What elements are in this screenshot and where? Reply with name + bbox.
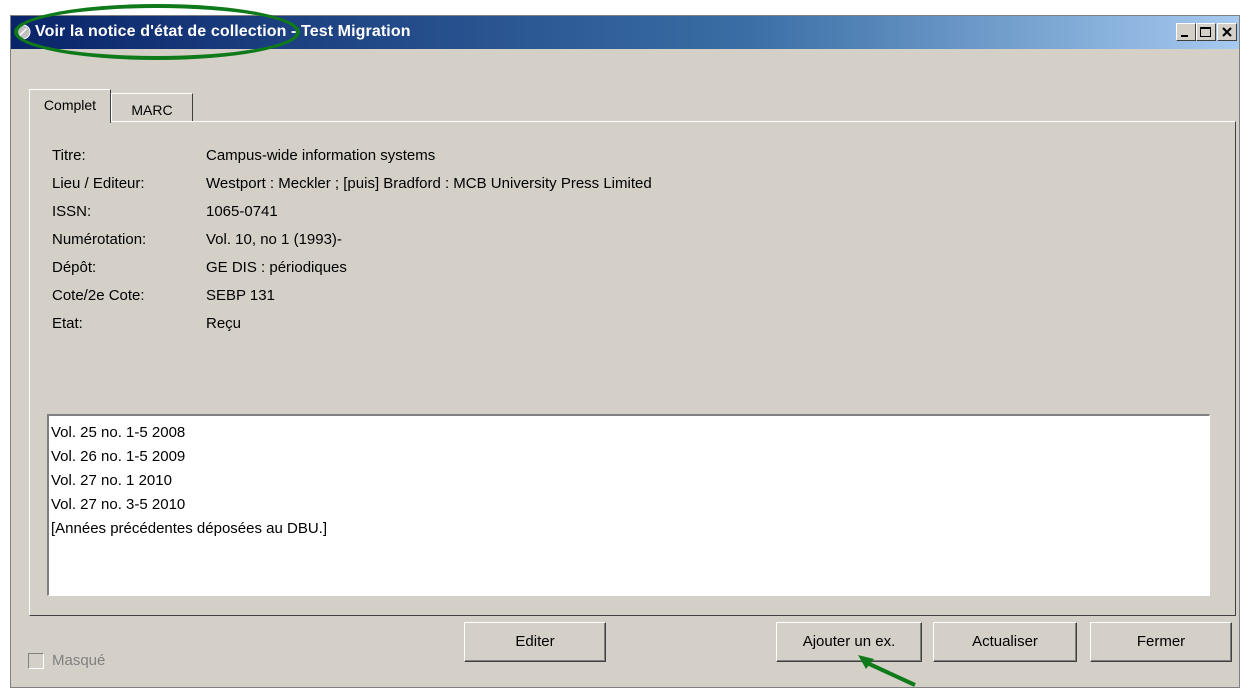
tab-complet-label: Complet [43,97,97,113]
title-bar[interactable]: Voir la notice d'état de collection - Te… [11,16,1239,49]
close-icon [1222,27,1232,37]
holding-line: Vol. 27 no. 3-5 2010 [51,496,186,513]
field-label-etat: Etat: [52,315,83,332]
masque-checkbox[interactable] [28,653,44,669]
holding-line: Vol. 25 no. 1-5 2008 [51,424,186,441]
minimize-icon [1181,35,1188,37]
minimize-button[interactable] [1176,23,1196,41]
field-value-issn: 1065-0741 [206,203,278,220]
field-value-depot: GE DIS : périodiques [206,259,347,276]
add-copy-button[interactable]: Ajouter un ex. [776,622,922,662]
close-button[interactable]: Fermer [1090,622,1232,662]
tab-complet[interactable]: Complet [29,89,111,123]
field-label-lieu-editeur: Lieu / Editeur: [52,175,145,192]
maximize-button[interactable] [1196,23,1216,41]
window-title: Voir la notice d'état de collection - Te… [35,23,411,40]
field-value-numerotation: Vol. 10, no 1 (1993)- [206,231,342,248]
close-window-button[interactable] [1217,23,1237,41]
field-value-titre: Campus-wide information systems [206,147,436,164]
edit-button[interactable]: Editer [464,622,606,662]
maximize-icon [1200,27,1211,37]
masque-label: Masqué [52,652,106,669]
holding-line: [Années précédentes déposées au DBU.] [51,520,328,537]
holding-line: Vol. 27 no. 1 2010 [51,472,172,489]
field-label-numerotation: Numérotation: [52,231,147,248]
tab-marc[interactable]: MARC [111,93,193,122]
field-label-titre: Titre: [52,147,86,164]
field-value-etat: Reçu [206,315,242,332]
field-value-cote: SEBP 131 [206,287,275,304]
field-label-issn: ISSN: [52,203,92,220]
holding-line: Vol. 26 no. 1-5 2009 [51,448,186,465]
field-label-cote: Cote/2e Cote: [52,287,145,304]
holdings-textarea[interactable]: Vol. 25 no. 1-5 2008 Vol. 26 no. 1-5 200… [47,414,1210,596]
refresh-button[interactable]: Actualiser [933,622,1077,662]
field-label-depot: Dépôt: [52,259,97,276]
dialog-window: Voir la notice d'état de collection - Te… [10,15,1240,688]
app-icon [15,24,31,40]
field-value-lieu-editeur: Westport : Meckler ; [puis] Bradford : M… [206,175,652,192]
tab-marc-label: MARC [131,102,173,118]
